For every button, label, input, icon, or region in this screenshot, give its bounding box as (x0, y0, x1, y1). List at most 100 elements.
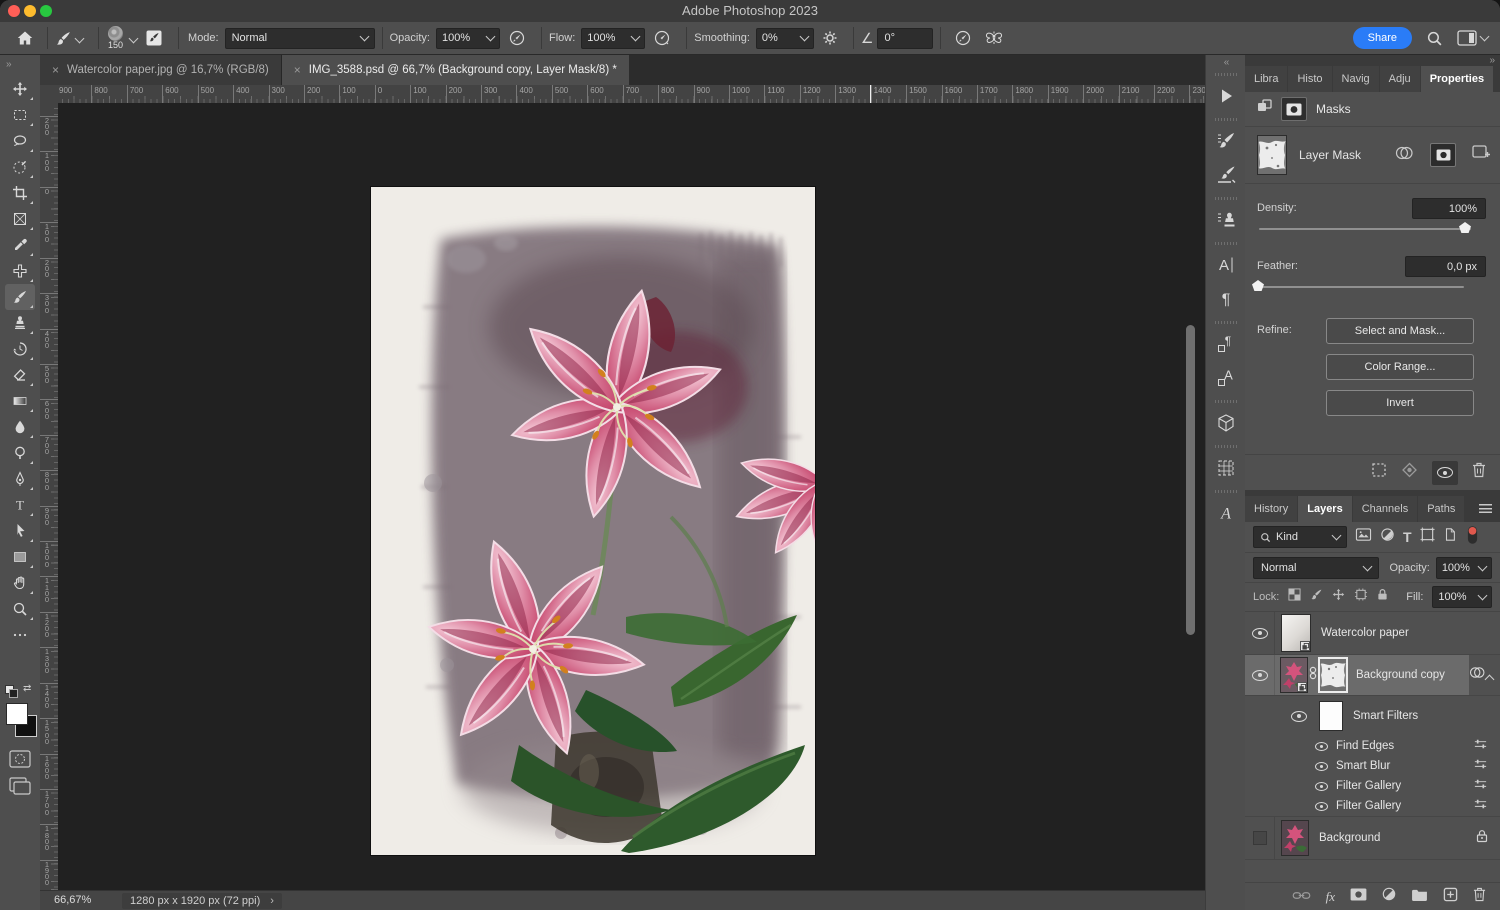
layer-filtering-toggle[interactable] (1467, 525, 1478, 550)
advanced-blending-badge-icon[interactable] (1468, 666, 1486, 684)
tools-collapse-icon[interactable]: » (0, 55, 40, 76)
clone-stamp-tool[interactable] (5, 310, 35, 336)
add-layer-mask-icon[interactable] (1350, 888, 1367, 906)
zoom-tool[interactable] (5, 596, 35, 622)
lasso-tool[interactable] (5, 128, 35, 154)
filter-visibility-icon[interactable] (1315, 802, 1328, 811)
filter-blending-options-icon[interactable] (1473, 777, 1488, 795)
select-and-mask-button[interactable]: Select and Mask... (1326, 318, 1474, 344)
tab-adjustments[interactable]: Adju (1380, 66, 1420, 92)
invert-button[interactable]: Invert (1326, 390, 1474, 416)
vertical-scrollbar[interactable] (1186, 325, 1195, 635)
tab-libraries[interactable]: Libra (1245, 66, 1287, 92)
layer-locked-icon[interactable] (1476, 829, 1488, 848)
layers-menu-icon[interactable] (1479, 504, 1492, 513)
brush-size-picker[interactable]: 150 (108, 26, 123, 50)
apply-mask-icon[interactable] (1401, 462, 1418, 483)
lock-transparency-icon[interactable] (1288, 588, 1301, 606)
tab-paths[interactable]: Paths (1418, 496, 1464, 522)
smart-filter-row[interactable]: Filter Gallery (1245, 796, 1500, 816)
mask-link-icon[interactable] (1309, 666, 1317, 685)
layer-filter-select[interactable]: Kind (1253, 526, 1347, 548)
load-selection-icon[interactable] (1371, 462, 1387, 483)
smart-filter-row[interactable]: Find Edges (1245, 736, 1500, 756)
collapse-effects-chevron-icon[interactable] (1485, 675, 1495, 685)
layers-opacity-select[interactable]: 100% (1436, 557, 1492, 579)
workspace-switcher-icon[interactable] (1457, 30, 1477, 46)
toggle-brush-settings-icon[interactable] (145, 29, 163, 47)
filter-pixel-layers-icon[interactable] (1355, 527, 1372, 547)
crop-tool[interactable] (5, 180, 35, 206)
filter-type-layers-icon[interactable]: T (1403, 529, 1412, 545)
foreground-color-swatch[interactable] (6, 703, 28, 725)
airbrush-icon[interactable] (653, 29, 671, 47)
3d-panel-icon[interactable] (1206, 406, 1246, 440)
smoothing-select[interactable]: 0% (756, 28, 814, 49)
dodge-tool[interactable] (5, 440, 35, 466)
layer-thumbnail[interactable] (1281, 820, 1309, 856)
color-range-button[interactable]: Color Range... (1326, 354, 1474, 380)
layer-thumbnail[interactable] (1280, 657, 1308, 693)
pixel-layer-properties-icon[interactable] (1257, 99, 1272, 119)
delete-layer-icon[interactable] (1473, 887, 1486, 907)
close-tab-icon[interactable]: × (294, 64, 301, 76)
link-layers-icon[interactable] (1292, 888, 1311, 906)
rectangle-tool[interactable] (5, 544, 35, 570)
swap-colors-icon[interactable]: ⇄ (23, 683, 31, 694)
eraser-tool[interactable] (5, 362, 35, 388)
filter-adjustment-layers-icon[interactable] (1380, 527, 1395, 547)
feather-slider-thumb[interactable] (1252, 280, 1264, 291)
dock-drag-handle[interactable] (1215, 73, 1237, 76)
layer-effects-icon[interactable]: fx (1326, 889, 1335, 905)
lock-position-icon[interactable] (1332, 588, 1345, 606)
brush-size-chevron-icon[interactable] (129, 33, 139, 43)
lock-artboard-icon[interactable] (1354, 588, 1368, 606)
density-field[interactable]: 100% (1412, 198, 1486, 219)
smart-filters-thumbnail[interactable] (1319, 701, 1343, 731)
object-selection-tool[interactable] (5, 154, 35, 180)
dock-drag-handle[interactable] (1215, 490, 1237, 493)
flow-select[interactable]: 100% (581, 28, 645, 49)
layer-visibility-icon[interactable] (1245, 655, 1275, 695)
screen-mode-icon[interactable] (9, 777, 31, 800)
panels-expand-icon[interactable]: » (1489, 55, 1494, 66)
density-slider-thumb[interactable] (1459, 222, 1471, 233)
size-pressure-icon[interactable] (954, 29, 972, 47)
move-tool[interactable] (5, 76, 35, 102)
eyedropper-tool[interactable] (5, 232, 35, 258)
feather-slider[interactable] (1254, 286, 1464, 288)
tab-layers[interactable]: Layers (1298, 496, 1351, 522)
brush-angle-field[interactable]: 0° (877, 28, 933, 49)
fill-select[interactable]: 100% (1432, 586, 1492, 608)
type-tool[interactable]: T (5, 492, 35, 518)
dock-drag-handle[interactable] (1215, 445, 1237, 448)
actions-play-panel-icon[interactable] (1206, 79, 1246, 113)
smart-filters-visibility-icon[interactable] (1291, 711, 1307, 722)
brush-tool[interactable] (5, 284, 35, 310)
pattern-preview-panel-icon[interactable] (1206, 451, 1246, 485)
brush-settings-panel-icon[interactable] (1206, 124, 1246, 158)
dock-drag-handle[interactable] (1215, 400, 1237, 403)
horizontal-ruler[interactable]: 9008007006005004003002001000100200300400… (58, 85, 1205, 104)
canvas-document[interactable] (371, 187, 815, 855)
blur-tool[interactable] (5, 414, 35, 440)
lock-pixels-icon[interactable] (1310, 588, 1323, 606)
tab-properties[interactable]: Properties (1421, 66, 1493, 92)
invert-mask-icon[interactable] (1394, 146, 1414, 165)
close-tab-icon[interactable]: × (52, 64, 59, 76)
document-info[interactable]: 1280 px x 1920 px (72 ppi) › (122, 893, 282, 909)
dock-drag-handle[interactable] (1215, 321, 1237, 324)
document-tab-inactive[interactable]: × Watercolor paper.jpg @ 16,7% (RGB/8) (40, 55, 282, 85)
filter-blending-options-icon[interactable] (1473, 737, 1488, 755)
ruler-corner[interactable] (40, 85, 59, 104)
filter-visibility-icon[interactable] (1315, 742, 1328, 751)
quick-mask-icon[interactable] (9, 750, 31, 773)
layer-visibility-icon[interactable] (1245, 612, 1275, 654)
brush-tool-preset-icon[interactable] (55, 30, 72, 47)
filter-smart-objects-icon[interactable] (1443, 527, 1457, 547)
mask-properties-icon[interactable] (1281, 97, 1307, 121)
status-chevron-icon[interactable]: › (270, 895, 274, 907)
symmetry-butterfly-icon[interactable] (984, 29, 1004, 47)
mask-visibility-toggle[interactable] (1432, 461, 1458, 485)
layer-row-watercolor-paper[interactable]: Watercolor paper (1245, 612, 1500, 655)
